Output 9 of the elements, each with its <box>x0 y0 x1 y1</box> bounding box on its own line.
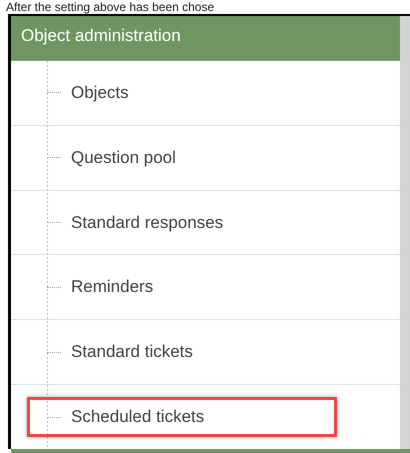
scrollbar[interactable] <box>400 16 410 449</box>
tree-item[interactable]: Objects <box>27 72 337 113</box>
panel-header: Object administration <box>11 16 400 61</box>
tree-item[interactable]: Scheduled tickets <box>27 397 337 438</box>
tree-item[interactable]: Standard responses <box>27 202 337 243</box>
tree-item[interactable]: Standard tickets <box>27 332 337 372</box>
caption-text: After the setting above has been chose <box>5 0 216 14</box>
tree-item[interactable]: Reminders <box>27 267 337 308</box>
tree-item[interactable]: Question pool <box>27 138 337 178</box>
